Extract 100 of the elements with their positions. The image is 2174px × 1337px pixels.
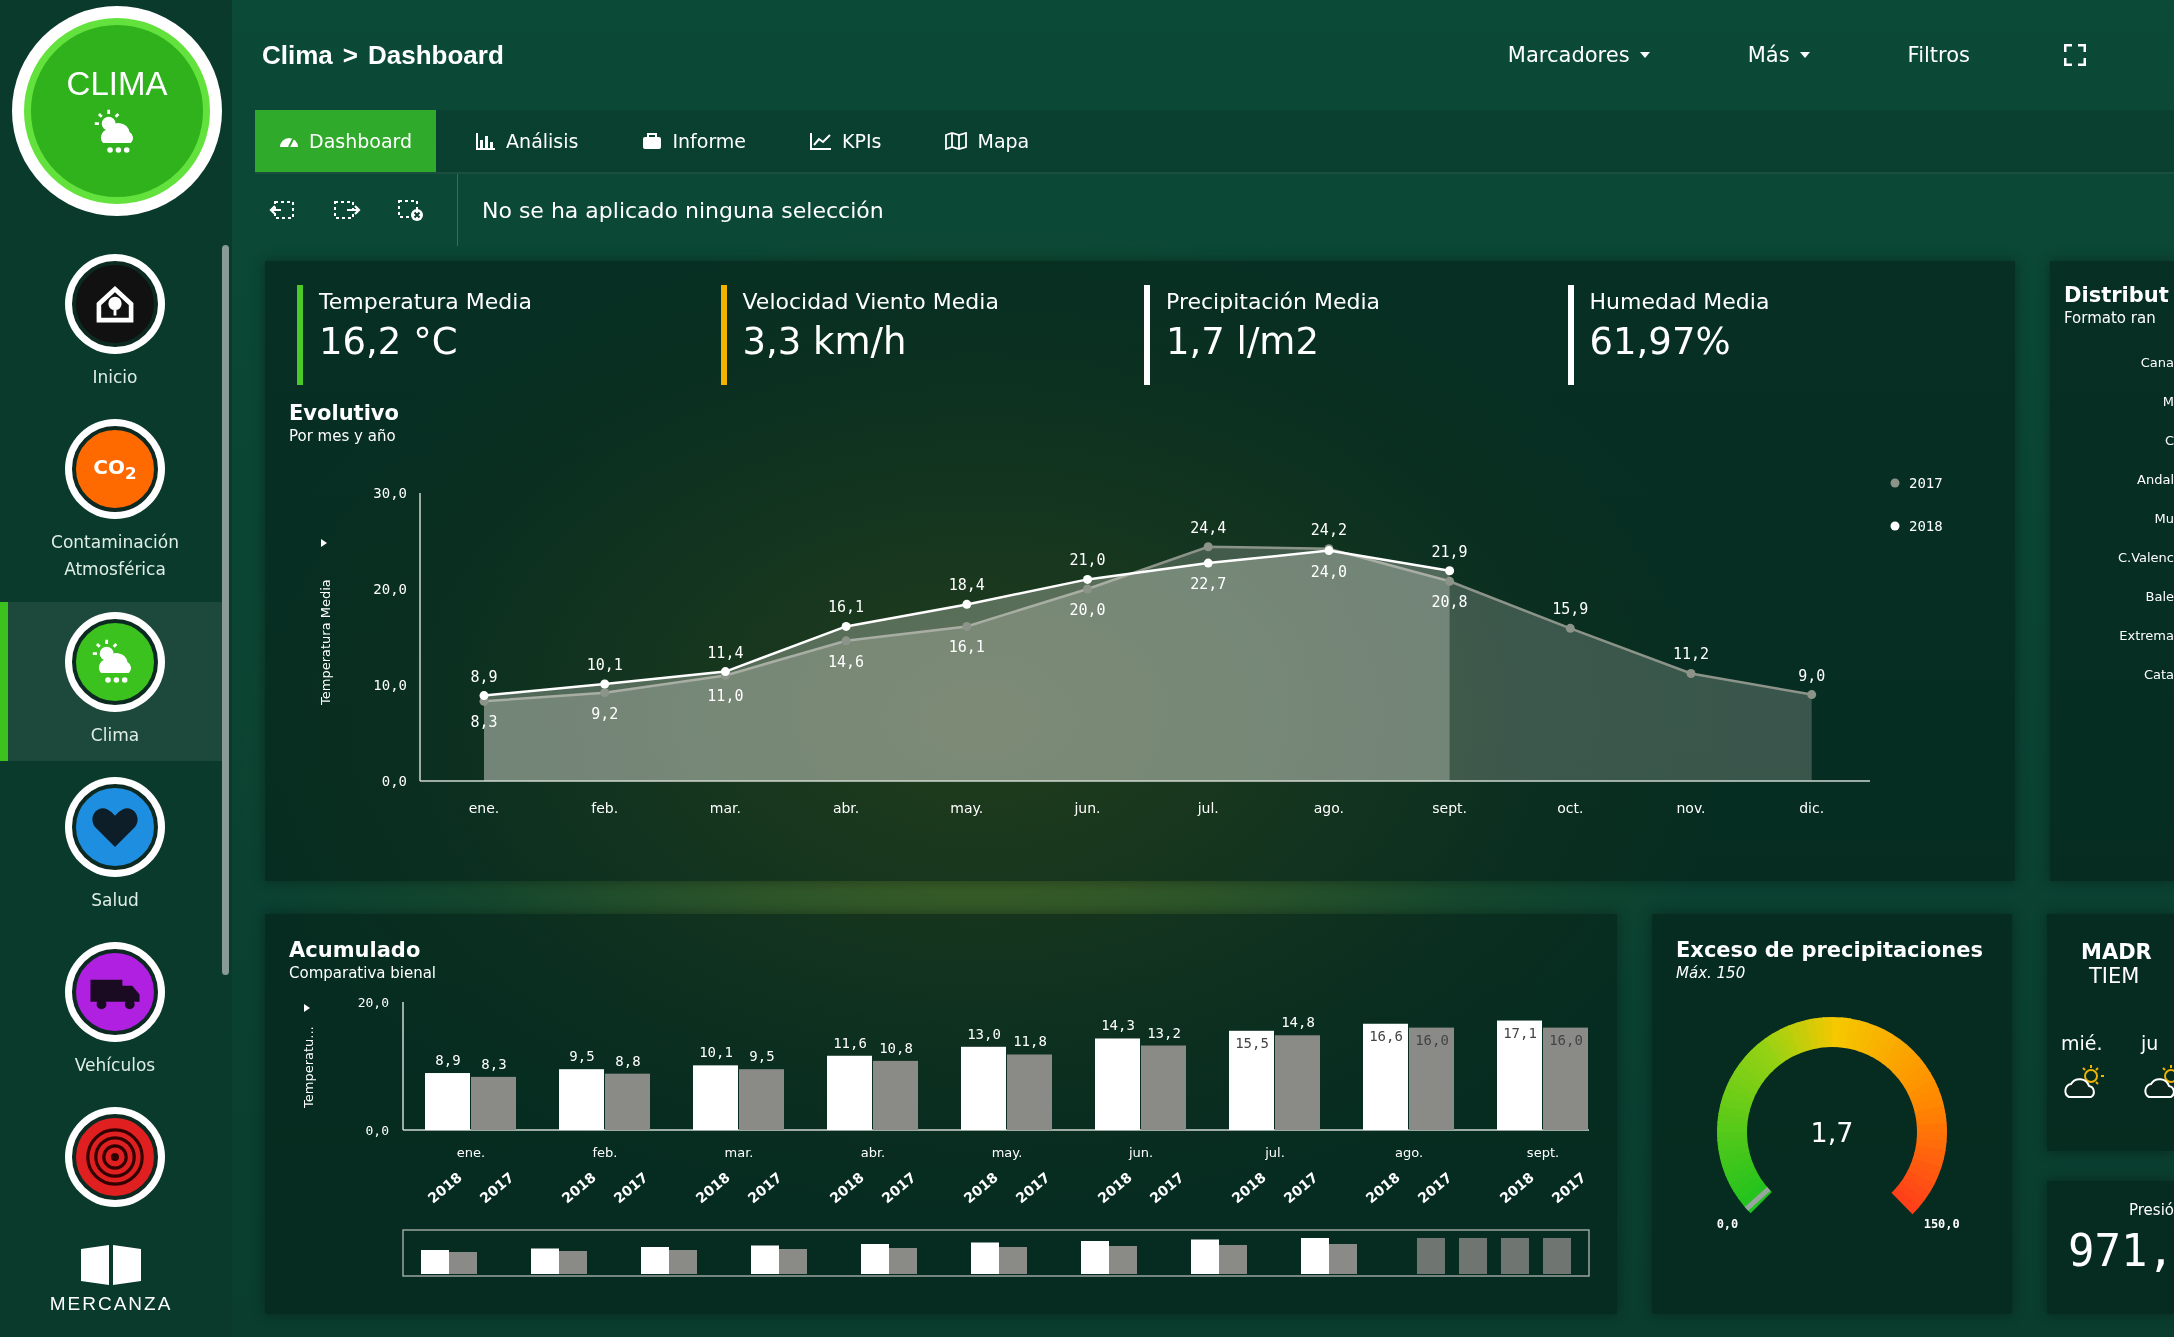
tick-label: jul. (1265, 1145, 1285, 1160)
tick-label: feb. (591, 800, 619, 816)
data-label: 10,1 (586, 656, 623, 675)
pressure-value: 971, (2068, 1225, 2174, 1276)
sidebar-item[interactable]: Clima (0, 601, 222, 761)
legend-item[interactable]: 2017 (1890, 475, 1943, 491)
data-point (1083, 584, 1092, 594)
data-label: 16,6 (1369, 1027, 1403, 1044)
breadcrumb-item[interactable]: Clima (262, 39, 333, 71)
axis-title: Temperatura Media (318, 579, 333, 705)
data-label: 21,0 (1069, 551, 1106, 570)
tick-label: ago. (1394, 1145, 1424, 1160)
tick-label: may. (991, 1145, 1023, 1160)
data-label: 15,9 (1552, 600, 1589, 619)
city-name: MADR (2080, 940, 2153, 964)
bar (605, 1073, 650, 1130)
panel-title: Exceso de precipitaciones (1676, 938, 1984, 962)
logo-title: CLIMA (66, 65, 168, 103)
pressure-label: Presió (2129, 1201, 2174, 1219)
tick-label: mar. (724, 1145, 754, 1160)
nav-menu-button[interactable]: Marcadores (1503, 39, 1654, 71)
data-point (962, 621, 972, 631)
data-label: 24,2 (1310, 520, 1347, 539)
data-point (479, 691, 489, 701)
category-label: Bale (2145, 589, 2174, 604)
kpi-label: Humedad Media (1589, 289, 1770, 314)
category-label: C.Valenc (2117, 550, 2174, 565)
nav-menu-button[interactable]: Filtros (1903, 39, 1974, 71)
sidebar-item[interactable]: Salud (0, 766, 222, 926)
data-label: 11,2 (1672, 645, 1710, 664)
category-label: Mu (2154, 511, 2174, 526)
tick-label: oct. (1557, 800, 1584, 816)
data-label: 24,0 (1310, 562, 1347, 581)
chart-title: Evolutivo (289, 401, 400, 425)
tick-label: sept. (1526, 1145, 1560, 1160)
sidebar-item[interactable]: Vehículos (0, 931, 222, 1092)
overview-scrollbar-drawing[interactable] (402, 1229, 1590, 1277)
tick-label: abr. (860, 1145, 886, 1160)
tab[interactable]: Análisis (452, 110, 603, 172)
tick-label: ene. (468, 800, 500, 816)
data-point (1203, 542, 1213, 552)
bar (873, 1060, 918, 1130)
tick-label: jun. (1074, 800, 1101, 816)
bar (693, 1065, 738, 1130)
kpi-value: 61,97% (1589, 320, 1732, 363)
tick-label: dic. (1799, 800, 1825, 816)
tick-label: abr. (832, 800, 860, 816)
gauge-value: 1,7 (1810, 1117, 1854, 1148)
day-label: mié. (2061, 1032, 2104, 1054)
fullscreen-icon[interactable] (2064, 44, 2086, 66)
briefcase-icon (642, 132, 663, 150)
category-label: Andal (2137, 472, 2174, 487)
data-label: 11,6 (833, 1034, 867, 1051)
data-label: 14,6 (828, 652, 865, 671)
data-label: 11,0 (707, 687, 744, 706)
tick-label: may. (950, 800, 984, 816)
panel-title: Distribut (2064, 283, 2170, 307)
data-label: 13,0 (967, 1025, 1001, 1042)
data-label: 20,8 (1431, 593, 1468, 612)
data-label: 10,8 (879, 1039, 913, 1056)
data-point (841, 636, 851, 646)
data-label: 8,3 (481, 1055, 507, 1072)
nav-menu-button[interactable]: Más (1743, 39, 1814, 71)
caret-icon[interactable] (304, 1004, 310, 1012)
data-label: 16,0 (1415, 1031, 1449, 1048)
tab[interactable]: Informe (618, 110, 771, 172)
sidebar-item[interactable]: Inicio (0, 244, 222, 404)
bar (739, 1069, 784, 1130)
data-label: 10,1 (699, 1044, 733, 1061)
tick-label: 0,0 (381, 773, 407, 789)
kpi-value: 3,3 km/h (742, 320, 908, 363)
scrollbar[interactable] (222, 245, 229, 975)
day-label: ju (2141, 1032, 2160, 1054)
line-chart-icon (810, 132, 833, 150)
data-point (1686, 669, 1696, 678)
kpi-label: Precipitación Media (1166, 289, 1381, 314)
data-label: 24,4 (1190, 518, 1227, 537)
panel-subtitle: TIEM (2088, 964, 2141, 988)
data-point (1083, 574, 1092, 584)
data-point (1445, 566, 1455, 576)
tick-label: 30,0 (373, 485, 407, 501)
data-point (962, 599, 972, 609)
data-label: 8,8 (615, 1052, 641, 1069)
breadcrumb-item[interactable]: Dashboard (368, 39, 504, 71)
data-label: 14,3 (1101, 1017, 1135, 1034)
caret-icon[interactable] (321, 539, 327, 547)
tab[interactable]: KPIs (786, 110, 906, 172)
chart-subtitle: Por mes y año (289, 427, 397, 445)
sidebar-item[interactable]: CO$_{2}$ Contaminación Atmosférica (0, 409, 222, 596)
tick-label: jun. (1128, 1145, 1154, 1160)
tick-label: ene. (456, 1145, 486, 1160)
bar-chart-icon (476, 132, 497, 150)
tab[interactable]: Mapa (921, 110, 1054, 172)
legend-item[interactable]: 2018 (1890, 518, 1943, 534)
legend-label: 2018 (1909, 518, 1943, 534)
data-point (1807, 690, 1817, 700)
panel-subtitle: Máx. 150 (1676, 964, 1747, 982)
breadcrumb-separator: > (342, 39, 358, 71)
data-point (600, 679, 610, 689)
data-point (1445, 576, 1455, 586)
